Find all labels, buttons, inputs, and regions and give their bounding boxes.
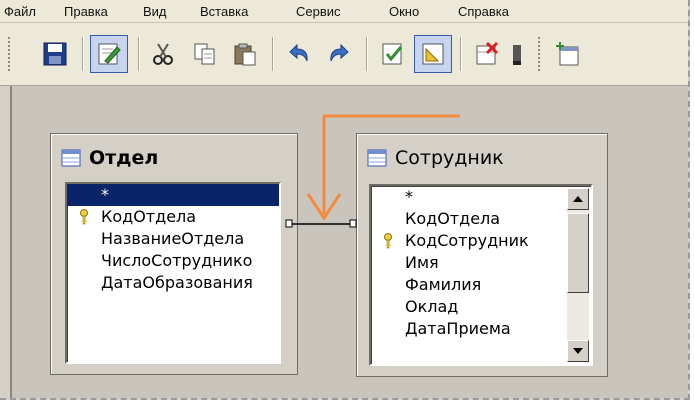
cut-button[interactable] <box>144 35 182 73</box>
add-table-icon <box>556 42 579 66</box>
undo-icon <box>289 43 308 62</box>
snap-icon <box>422 43 444 65</box>
delete-table-icon <box>476 41 499 65</box>
menu-edit[interactable]: Правка <box>64 4 108 19</box>
snap-button[interactable] <box>414 35 452 73</box>
toolbar <box>0 23 688 86</box>
dropdown-icon <box>513 45 521 65</box>
save-button[interactable] <box>36 35 74 73</box>
toolbar-separator <box>138 37 140 71</box>
menu-view[interactable]: Вид <box>143 4 167 19</box>
design-view-button[interactable] <box>374 35 412 73</box>
annotation-arrow <box>306 114 460 221</box>
design-view-icon <box>382 43 403 65</box>
query-design-window: Файл Правка Вид Вставка Сервис Окно Спра… <box>0 0 690 400</box>
copy-icon <box>194 43 215 65</box>
cut-icon <box>153 43 173 65</box>
edit-mode-button[interactable] <box>90 35 128 73</box>
paste-icon <box>234 43 256 66</box>
copy-button[interactable] <box>186 35 224 73</box>
toolbar-grip[interactable] <box>8 37 14 71</box>
relation-overlay <box>285 114 460 228</box>
menu-insert[interactable]: Вставка <box>200 4 248 19</box>
toolbar-separator <box>366 37 368 71</box>
menu-bar: Файл Правка Вид Вставка Сервис Окно Спра… <box>0 0 688 23</box>
undo-button[interactable] <box>280 35 318 73</box>
menu-window[interactable]: Окно <box>389 4 419 19</box>
toolbar-separator <box>82 37 84 71</box>
paste-button[interactable] <box>226 35 264 73</box>
menu-file[interactable]: Файл <box>4 4 36 19</box>
query-design-canvas[interactable]: Отдел * КодОтдела НазваниеОтдела ЧислоСо… <box>0 86 688 398</box>
menu-help[interactable]: Справка <box>458 4 509 19</box>
menu-tools[interactable]: Сервис <box>296 4 341 19</box>
relationship-line[interactable] <box>285 219 357 228</box>
add-table-button[interactable] <box>548 35 586 73</box>
redo-icon <box>330 43 349 62</box>
dropdown-button[interactable] <box>506 35 528 73</box>
edit-mode-icon <box>98 43 121 65</box>
relations-area[interactable]: Отдел * КодОтдела НазваниеОтдела ЧислоСо… <box>10 86 688 398</box>
redo-button[interactable] <box>320 35 358 73</box>
save-icon <box>43 42 67 66</box>
toolbar-grip[interactable] <box>538 37 544 71</box>
toolbar-separator <box>460 37 462 71</box>
delete-table-button[interactable] <box>468 35 506 73</box>
toolbar-separator <box>272 37 274 71</box>
